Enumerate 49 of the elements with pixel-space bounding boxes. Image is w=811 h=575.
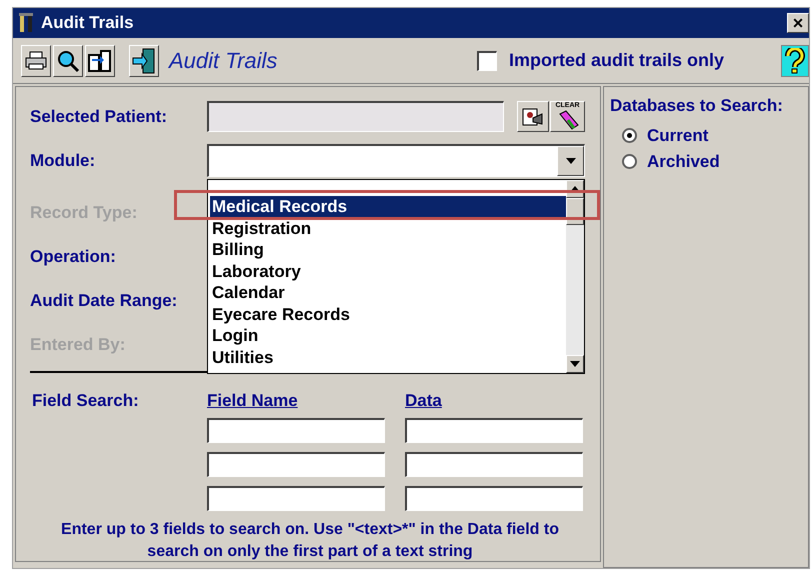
list-item[interactable]: Eyecare Records <box>210 304 566 325</box>
toolbar-title: Audit Trails <box>169 47 278 75</box>
list-item[interactable]: Utilities <box>210 346 566 368</box>
scrollbar[interactable] <box>566 180 584 373</box>
patient-lookup-button[interactable] <box>517 101 549 132</box>
window-title: Audit Trails <box>41 12 135 34</box>
radio-button[interactable] <box>622 128 637 143</box>
field-name-input[interactable] <box>207 452 385 477</box>
radio-label: Archived <box>647 150 720 173</box>
print-button[interactable] <box>21 44 51 76</box>
checkbox-label: Imported audit trails only <box>509 49 724 72</box>
module-combo[interactable] <box>207 144 585 177</box>
list-item[interactable]: Medical Records <box>210 196 566 218</box>
panel-title: Databases to Search: <box>610 95 784 117</box>
field-label: Field Search: <box>31 390 140 412</box>
exit-button[interactable] <box>129 44 159 76</box>
radio-label: Current <box>647 124 708 147</box>
module-list[interactable]: Medical Records Registration Billing Laboratory Calendar Eyecare Records Login Utilities <box>207 179 585 374</box>
copy-button[interactable] <box>85 44 115 76</box>
column-heading: Field Name <box>207 390 299 412</box>
imported-checkbox[interactable] <box>477 50 497 70</box>
printer-icon <box>25 50 47 70</box>
field-label: Module: <box>30 150 96 172</box>
close-button[interactable]: × <box>787 13 809 33</box>
list-item[interactable]: Calendar <box>210 282 566 304</box>
door-exit-icon <box>132 48 156 74</box>
scroll-down-icon <box>566 355 584 373</box>
patient-field[interactable] <box>207 101 504 132</box>
field-label: Operation: <box>30 246 116 268</box>
list-item[interactable]: Billing <box>210 239 566 260</box>
question-mark-icon <box>785 48 805 74</box>
field-name-input[interactable] <box>207 418 385 443</box>
list-item[interactable]: Registration <box>210 218 566 239</box>
radio-button[interactable] <box>622 154 637 169</box>
search-button[interactable] <box>53 44 83 76</box>
list-item[interactable]: Login <box>210 325 566 346</box>
documents-icon <box>88 48 112 72</box>
hint-text: Enter up to 3 fields to search on. Use "<text>*" in the Data field to search on only the first part of a text string <box>60 520 560 562</box>
field-label: Audit Date Range: <box>30 290 178 312</box>
data-input[interactable] <box>405 452 583 477</box>
magnifier-icon <box>56 48 80 72</box>
help-button[interactable] <box>781 44 809 76</box>
data-input[interactable] <box>405 486 583 511</box>
field-name-input[interactable] <box>207 486 385 511</box>
field-label: Selected Patient: <box>30 106 168 128</box>
patient-lookup-icon <box>521 106 545 128</box>
list-item[interactable]: Laboratory <box>210 260 566 282</box>
data-input[interactable] <box>405 418 583 443</box>
column-heading: Data <box>405 390 442 412</box>
